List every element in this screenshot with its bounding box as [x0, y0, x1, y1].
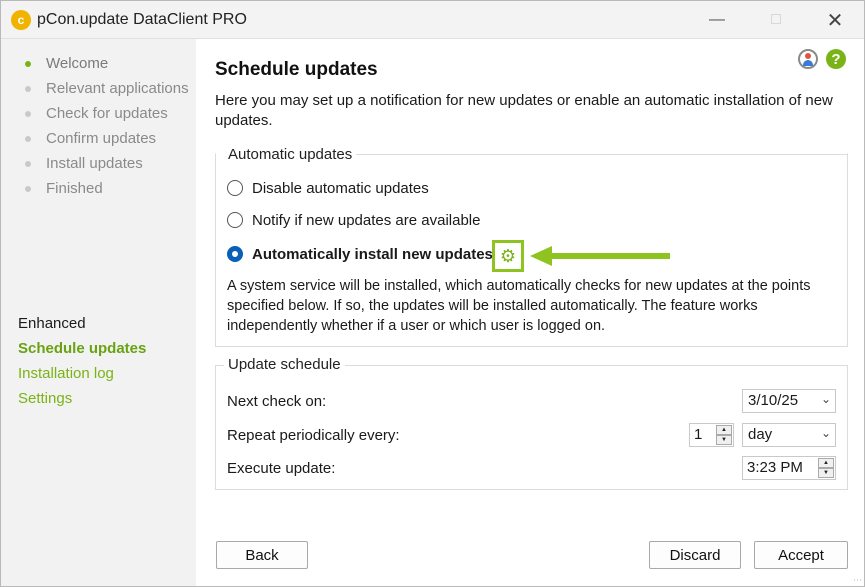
step-check-for-updates: Check for updates	[1, 103, 196, 128]
radio-disable-automatic-updates[interactable]: Disable automatic updates	[227, 177, 429, 199]
stepper-up-icon[interactable]: ▲	[716, 425, 732, 435]
arrow-left-icon	[530, 246, 670, 266]
chevron-down-icon: ⌄	[820, 426, 831, 440]
update-schedule-group: Update schedule Next check on: 3/10/25 ⌄…	[215, 356, 848, 490]
intro-text: Here you may set up a notification for n…	[215, 92, 833, 129]
execute-update-label: Execute update:	[227, 460, 336, 477]
minimize-button[interactable]: —	[687, 1, 747, 39]
stepper-buttons[interactable]: ▲ ▼	[818, 458, 834, 478]
stepper-down-icon[interactable]: ▼	[716, 435, 732, 445]
nav-settings[interactable]: Settings	[18, 390, 72, 407]
step-install-updates: Install updates	[1, 153, 196, 178]
step-confirm-updates: Confirm updates	[1, 128, 196, 153]
step-dot-icon	[25, 136, 31, 142]
radio-notify-updates[interactable]: Notify if new updates are available	[227, 209, 480, 231]
pcon-logo-icon: c	[11, 10, 31, 30]
app-window: c pCon.update DataClient PRO — □ ✕ Welco…	[0, 0, 865, 587]
repeat-unit-select[interactable]: day ⌄	[742, 423, 836, 447]
automatic-updates-group: Automatic updates Disable automatic upda…	[215, 146, 848, 347]
step-dot-icon	[25, 86, 31, 92]
radio-auto-install-updates[interactable]: Automatically install new updates	[227, 243, 493, 265]
step-welcome: Welcome	[1, 53, 196, 78]
discard-button[interactable]: Discard	[649, 541, 741, 569]
close-button[interactable]: ✕	[805, 1, 864, 39]
step-dot-icon	[25, 161, 31, 167]
execute-time-stepper[interactable]: 3:23 PM ▲ ▼	[742, 456, 836, 480]
back-button[interactable]: Back	[216, 541, 308, 569]
group-title: Update schedule	[224, 356, 345, 373]
stepper-buttons[interactable]: ▲ ▼	[716, 425, 732, 445]
radio-button[interactable]	[227, 212, 243, 228]
title-bar: c pCon.update DataClient PRO — □ ✕	[1, 1, 864, 39]
window-title: pCon.update DataClient PRO	[37, 11, 247, 28]
gear-icon: ⚙	[499, 245, 517, 266]
gear-settings-button[interactable]: ⚙	[492, 240, 524, 272]
stepper-up-icon[interactable]: ▲	[818, 458, 834, 468]
step-relevant-applications: Relevant applications	[1, 78, 196, 103]
next-check-label: Next check on:	[227, 393, 327, 410]
step-dot-icon	[25, 186, 31, 192]
step-dot-icon	[25, 61, 31, 67]
accept-button[interactable]: Accept	[754, 541, 848, 569]
maximize-button[interactable]: □	[746, 1, 806, 39]
repeat-count-stepper[interactable]: 1 ▲ ▼	[689, 423, 734, 447]
main-panel: ? Schedule updates Here you may set up a…	[196, 39, 864, 586]
user-account-icon[interactable]	[798, 49, 818, 69]
nav-installation-log[interactable]: Installation log	[18, 365, 114, 382]
group-divider	[356, 154, 847, 155]
resize-grip-icon[interactable]: ⋯	[853, 575, 863, 585]
step-dot-icon	[25, 111, 31, 117]
top-icons: ?	[798, 49, 846, 69]
help-icon[interactable]: ?	[826, 49, 846, 69]
chevron-down-icon: ⌄	[820, 392, 831, 406]
radio-button[interactable]	[227, 180, 243, 196]
sidebar: Welcome Relevant applications Check for …	[1, 39, 196, 586]
next-check-date-picker[interactable]: 3/10/25 ⌄	[742, 389, 836, 413]
page-title: Schedule updates	[215, 59, 378, 80]
stepper-down-icon[interactable]: ▼	[818, 468, 834, 478]
auto-install-description: A system service will be installed, whic…	[227, 278, 811, 334]
step-finished: Finished	[1, 178, 196, 203]
group-title: Automatic updates	[224, 146, 357, 163]
repeat-label: Repeat periodically every:	[227, 427, 400, 444]
nav-schedule-updates[interactable]: Schedule updates	[18, 340, 146, 357]
enhanced-heading: Enhanced	[18, 315, 86, 332]
radio-button-checked[interactable]	[227, 246, 243, 262]
